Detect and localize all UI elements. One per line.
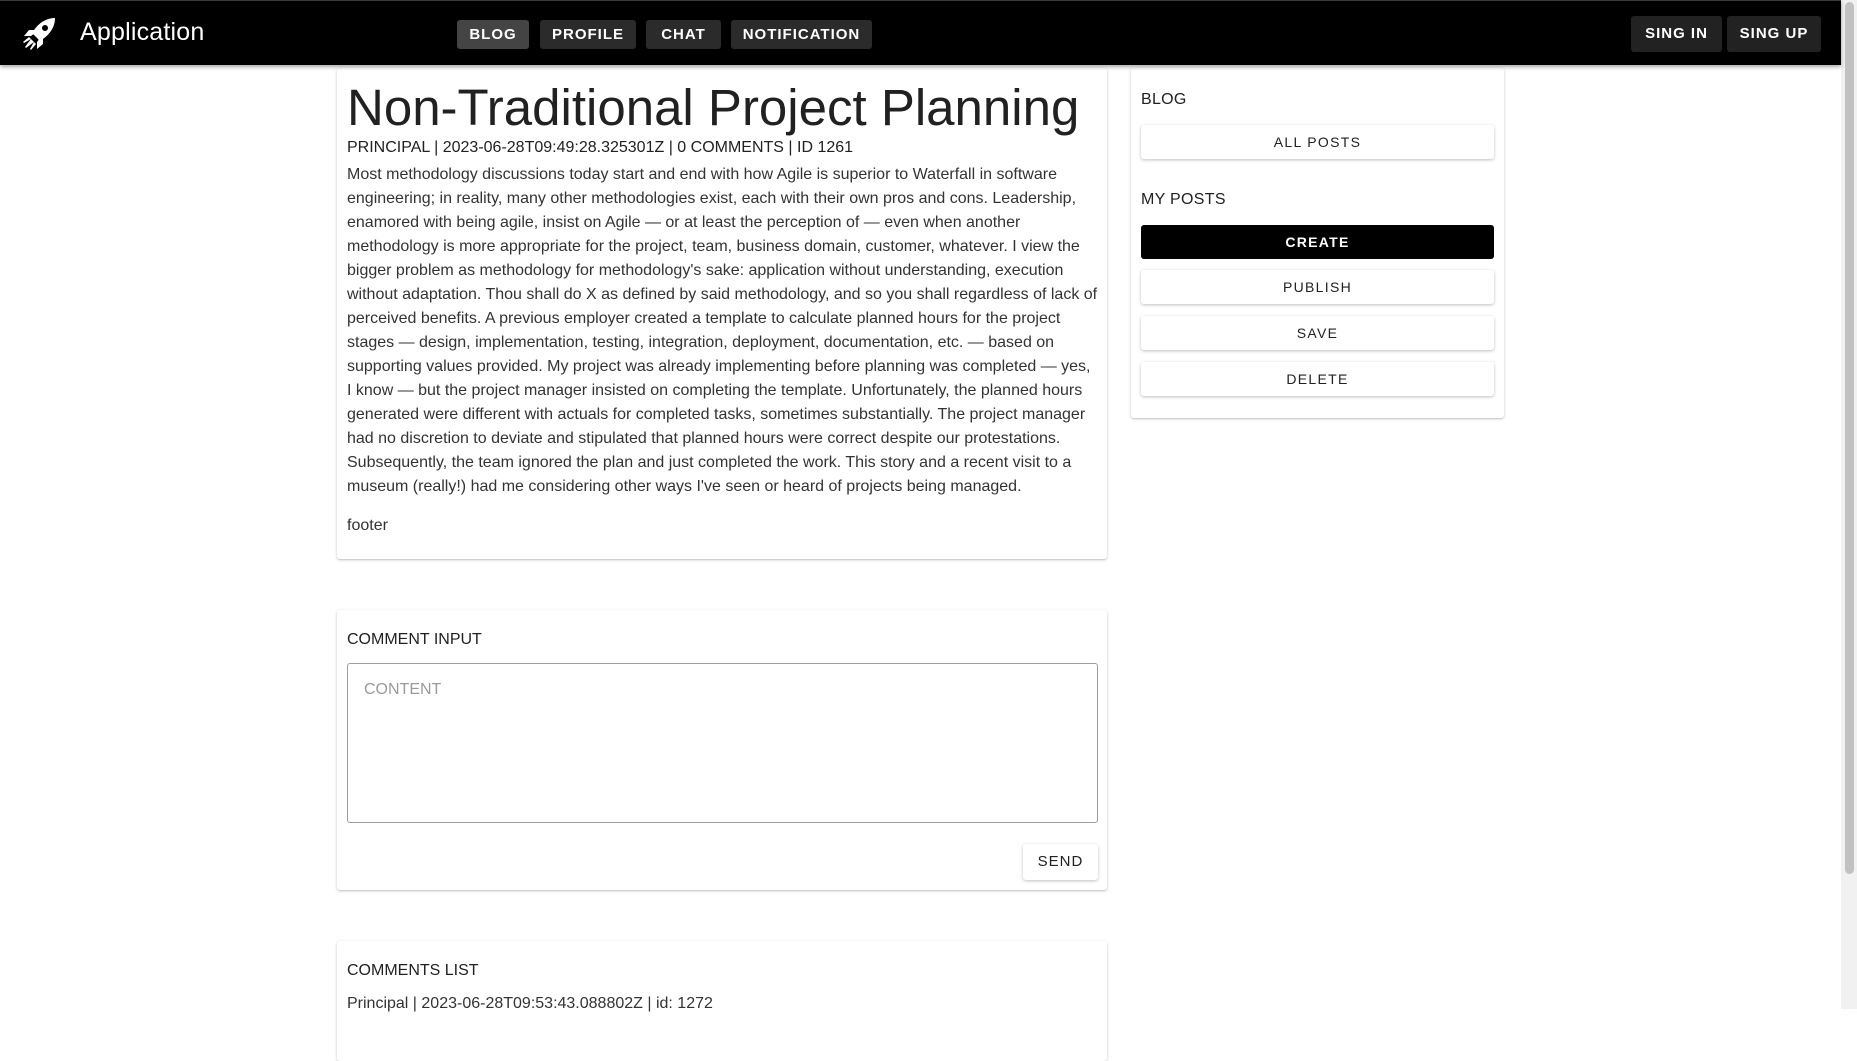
comments-list-label: COMMENTS LIST [347, 962, 479, 979]
publish-button[interactable]: PUBLISH [1141, 270, 1494, 304]
nav-notification-button[interactable]: NOTIFICATION [731, 20, 872, 49]
scrollbar-thumb[interactable] [1845, 2, 1854, 874]
post-title: Non-Traditional Project Planning [347, 79, 1080, 136]
comments-list-card: COMMENTS LIST Principal | 2023-06-28T09:… [337, 941, 1107, 1061]
all-posts-button[interactable]: ALL POSTS [1141, 125, 1494, 159]
sign-up-button[interactable]: SING UP [1727, 16, 1821, 52]
delete-button[interactable]: DELETE [1141, 362, 1494, 396]
nav-blog-button[interactable]: BLOG [457, 20, 529, 49]
post-footer: footer [347, 517, 388, 534]
comment-input-label: COMMENT INPUT [347, 631, 482, 648]
nav-chat-button[interactable]: CHAT [646, 20, 721, 49]
sidebar-blog-label: BLOG [1141, 91, 1187, 108]
post-card: Non-Traditional Project Planning PRINCIP… [337, 68, 1107, 559]
sidebar-my-posts-label: MY POSTS [1141, 191, 1226, 208]
app-bar: Application BLOG PROFILE CHAT NOTIFICATI… [0, 0, 1841, 65]
comment-content-input[interactable] [347, 663, 1098, 823]
send-button[interactable]: SEND [1023, 844, 1098, 880]
sign-in-button[interactable]: SING IN [1631, 16, 1722, 52]
sidebar-card: BLOG ALL POSTS MY POSTS CREATE PUBLISH S… [1131, 68, 1504, 418]
rocket-icon[interactable] [20, 15, 58, 53]
post-meta: PRINCIPAL | 2023-06-28T09:49:28.325301Z … [347, 139, 854, 156]
save-button[interactable]: SAVE [1141, 316, 1494, 350]
comment-input-card: COMMENT INPUT SEND [337, 610, 1107, 890]
comment-item: Principal | 2023-06-28T09:53:43.088802Z … [347, 995, 713, 1012]
nav-profile-button[interactable]: PROFILE [540, 20, 636, 49]
app-title: Application [80, 18, 205, 46]
post-body: Most methodology discussions today start… [347, 166, 1098, 495]
create-button[interactable]: CREATE [1141, 225, 1494, 259]
